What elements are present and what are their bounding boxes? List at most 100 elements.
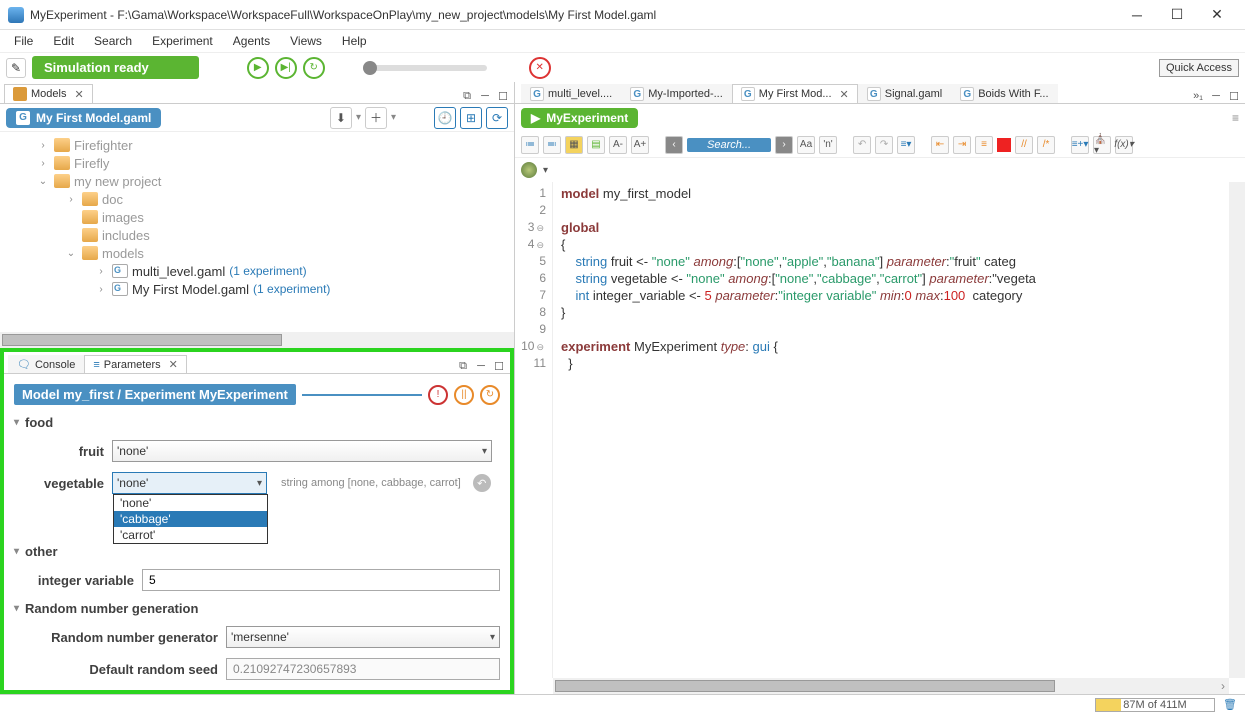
veg-option-cabbage[interactable]: 'cabbage': [114, 511, 267, 527]
tree-models[interactable]: models: [102, 246, 144, 261]
tree-includes[interactable]: includes: [102, 228, 150, 243]
block-icon[interactable]: ▦: [565, 136, 583, 154]
section-other[interactable]: ▾other: [14, 544, 500, 559]
project-tree[interactable]: ›Firefighter ›Firefly ⌄my new project ›d…: [0, 132, 514, 332]
menu-agents[interactable]: Agents: [225, 32, 278, 50]
minimize-button[interactable]: ─: [1117, 7, 1157, 23]
refresh-icon[interactable]: ⟳: [486, 107, 508, 129]
tree-firefly[interactable]: Firefly: [74, 156, 109, 171]
rng-select[interactable]: 'mersenne'▾: [226, 626, 500, 648]
menu-search[interactable]: Search: [86, 32, 140, 50]
step-button[interactable]: ▶|: [275, 57, 297, 79]
green-icon[interactable]: ▤: [587, 136, 605, 154]
vegetable-select[interactable]: 'none'▾: [112, 472, 267, 494]
quick-access-button[interactable]: Quick Access: [1159, 59, 1239, 77]
tree-multi-level[interactable]: multi_level.gaml: [132, 264, 225, 279]
tree-first-model[interactable]: My First Model.gaml: [132, 282, 249, 297]
add-icon[interactable]: ≡+▾: [1071, 136, 1089, 154]
close-icon[interactable]: ✕: [840, 88, 849, 101]
maximize-panel-icon[interactable]: ☐: [492, 359, 506, 373]
pause-param-button[interactable]: ||: [454, 385, 474, 405]
code-lines[interactable]: model my_first_model global{ string frui…: [553, 182, 1245, 678]
fruit-select[interactable]: 'none'▾: [112, 440, 492, 462]
case-icon[interactable]: Aa: [797, 136, 815, 154]
more-tabs-icon[interactable]: »₁: [1191, 89, 1205, 103]
tab-multi-level[interactable]: Gmulti_level....: [521, 84, 621, 103]
tab-signal[interactable]: GSignal.gaml: [858, 84, 951, 103]
tab-console[interactable]: 🗨 Console: [8, 355, 84, 373]
indent-right-icon[interactable]: ⇥: [953, 136, 971, 154]
format-icon[interactable]: ≡: [975, 136, 993, 154]
undo-arrow-icon[interactable]: ↶: [853, 136, 871, 154]
run-experiment-button[interactable]: ▶ MyExperiment: [521, 108, 638, 128]
tab-my-first-model[interactable]: GMy First Mod...✕: [732, 84, 858, 103]
minimize-panel-icon[interactable]: ─: [474, 359, 488, 373]
section-food[interactable]: ▾food: [14, 415, 500, 430]
menu-edit[interactable]: Edit: [45, 32, 82, 50]
close-button[interactable]: ✕: [1197, 6, 1237, 23]
list2-icon[interactable]: ≕: [543, 136, 561, 154]
tab-parameters[interactable]: ≡ Parameters ✕: [84, 355, 187, 373]
stop-button[interactable]: ✕: [529, 57, 551, 79]
menu-file[interactable]: File: [6, 32, 41, 50]
menu-views[interactable]: Views: [282, 32, 330, 50]
list-icon[interactable]: ≔: [521, 136, 539, 154]
maximize-panel-icon[interactable]: ☐: [496, 89, 510, 103]
menu-experiment[interactable]: Experiment: [144, 32, 221, 50]
maximize-editor-icon[interactable]: ☐: [1227, 89, 1241, 103]
reload-param-button[interactable]: ↻: [480, 385, 500, 405]
minimize-panel-icon[interactable]: ─: [478, 89, 492, 103]
tree-images[interactable]: images: [102, 210, 144, 225]
new-icon[interactable]: ＋: [365, 107, 387, 129]
tree-mynewproject[interactable]: my new project: [74, 174, 161, 189]
redo-arrow-icon[interactable]: ↷: [875, 136, 893, 154]
tab-boids[interactable]: GBoids With F...: [951, 84, 1057, 103]
menu-help[interactable]: Help: [334, 32, 375, 50]
reload-sim-button[interactable]: ↻: [303, 57, 325, 79]
search-input[interactable]: Search...: [687, 138, 771, 152]
veg-option-carrot[interactable]: 'carrot': [114, 527, 267, 543]
current-file-pill[interactable]: G My First Model.gaml: [6, 108, 161, 128]
close-icon[interactable]: ✕: [169, 358, 178, 371]
tab-models[interactable]: Models ✕: [4, 84, 93, 103]
templates-icon[interactable]: ⛪▾: [1093, 136, 1111, 154]
minimize-editor-icon[interactable]: ─: [1209, 89, 1223, 103]
play-button[interactable]: ▶: [247, 57, 269, 79]
editor-v-scroll[interactable]: [1229, 182, 1245, 678]
comment-icon[interactable]: //: [1015, 136, 1033, 154]
collapse-icon[interactable]: ⧉: [460, 89, 474, 103]
collapse-icon[interactable]: ⧉: [456, 359, 470, 373]
intvar-input[interactable]: [142, 569, 500, 591]
indent-left-icon[interactable]: ⇤: [931, 136, 949, 154]
memory-indicator[interactable]: 87M of 411M: [1095, 698, 1215, 712]
model-icon[interactable]: [521, 162, 537, 178]
prev-icon[interactable]: ‹: [665, 136, 683, 154]
settings-icon[interactable]: ≡: [1232, 111, 1239, 125]
import-icon[interactable]: ⬇: [330, 107, 352, 129]
clock-icon[interactable]: 🕘: [434, 107, 456, 129]
tree-h-scroll[interactable]: [0, 332, 514, 348]
next-icon[interactable]: ›: [775, 136, 793, 154]
font-inc-icon[interactable]: A+: [631, 136, 649, 154]
nav-icon[interactable]: ≡▾: [897, 136, 915, 154]
tree-firefighter[interactable]: Firefighter: [74, 138, 133, 153]
error-indicator-icon[interactable]: !: [428, 385, 448, 405]
tab-my-imported[interactable]: GMy-Imported-...: [621, 84, 732, 103]
speed-slider[interactable]: [367, 65, 487, 71]
maximize-button[interactable]: ☐: [1157, 6, 1197, 23]
block-comment-icon[interactable]: /*: [1037, 136, 1055, 154]
tree-doc[interactable]: doc: [102, 192, 123, 207]
word-icon[interactable]: 'n': [819, 136, 837, 154]
close-icon[interactable]: ✕: [74, 88, 83, 101]
section-rng[interactable]: ▾Random number generation: [14, 601, 500, 616]
code-editor[interactable]: 123⊖4⊖5678910⊖11 model my_first_model gl…: [515, 182, 1245, 678]
color-swatch[interactable]: [997, 138, 1011, 152]
fx-icon[interactable]: f(x)▾: [1115, 136, 1133, 154]
veg-option-none[interactable]: 'none': [114, 495, 267, 511]
grid-icon[interactable]: ⊞: [460, 107, 482, 129]
edit-icon[interactable]: ✎: [6, 58, 26, 78]
editor-h-scroll[interactable]: ›: [553, 678, 1229, 694]
gc-trash-icon[interactable]: 🗑: [1223, 698, 1237, 712]
font-dec-icon[interactable]: A-: [609, 136, 627, 154]
revert-icon[interactable]: ↶: [473, 474, 491, 492]
